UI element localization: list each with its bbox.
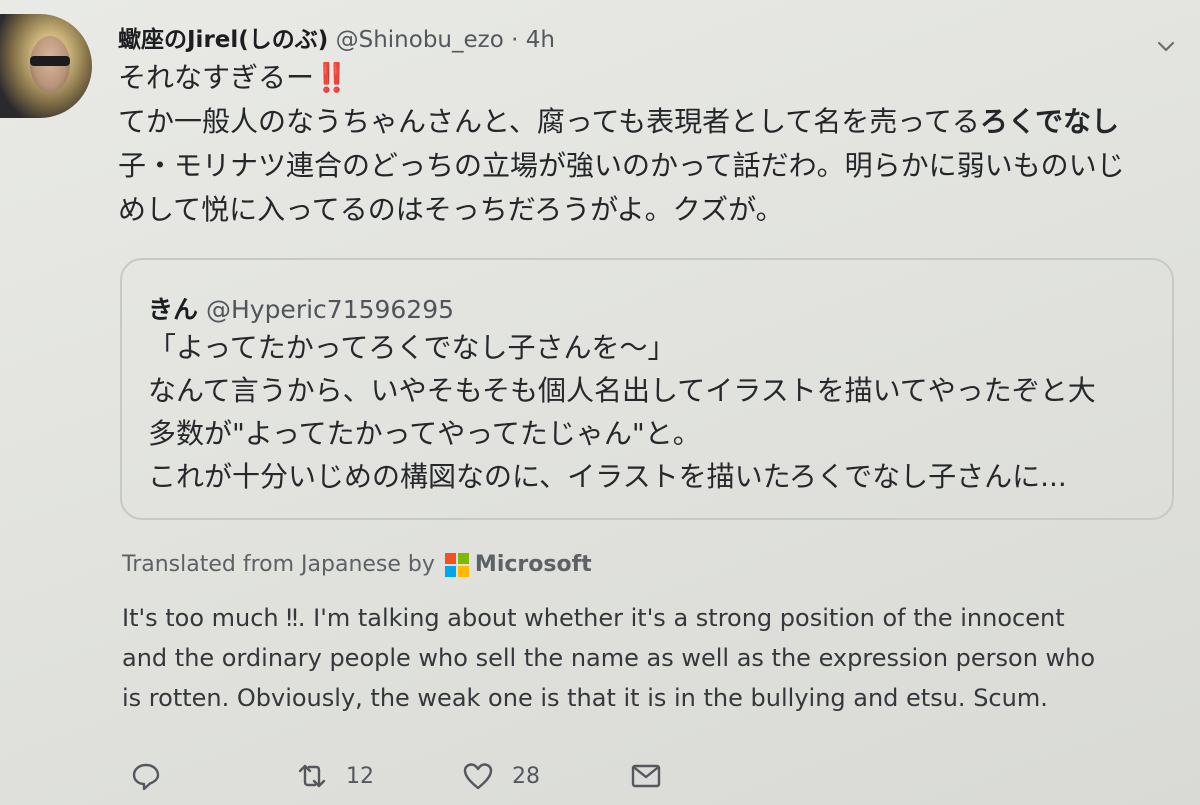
retweet-icon xyxy=(298,764,326,788)
logo-square xyxy=(457,565,469,577)
translated-line: is rotten. Obviously, the weak one is th… xyxy=(122,684,1048,712)
translated-line: It's too much ‼. I'm talking about wheth… xyxy=(122,604,1065,632)
quoted-tweet-header: きん @Hyperic71596295 xyxy=(148,290,454,326)
retweet-button[interactable]: 12 xyxy=(296,760,374,792)
quoted-body-line: 多数が"よってたかってやってたじゃん"と。 xyxy=(148,417,701,450)
quoted-body-line: 「よってたかってろくでなし子さんを〜」 xyxy=(148,331,676,364)
tweet-body: それなすぎるー‼️ てか一般人のなうちゃんさんと、腐っても表現者として名を売って… xyxy=(118,56,1198,232)
like-count: 28 xyxy=(512,763,540,789)
avatar[interactable] xyxy=(0,14,92,118)
tweet-body-line: めして悦に入ってるのはそっちだろうがよ。クズが。 xyxy=(118,193,784,226)
microsoft-logo-icon xyxy=(444,552,469,577)
translation-provider: Microsoft xyxy=(474,552,592,577)
tweet-text-bold: ろくでなし xyxy=(979,105,1120,138)
translated-line: and the ordinary people who sell the nam… xyxy=(122,644,1096,672)
separator-dot: · xyxy=(511,27,519,53)
tweet-text: てか一般人のなうちゃんさんと、腐っても表現者として名を売ってる xyxy=(118,105,980,138)
reply-button[interactable] xyxy=(130,760,162,792)
tweet-body-line: それなすぎるー‼️ xyxy=(118,56,1198,100)
reply-icon xyxy=(132,763,160,791)
avatar-sunglasses xyxy=(30,56,70,66)
tweet: 蠍座のJirel(しのぶ) @Shinobu_ezo · 4h それなすぎるー‼… xyxy=(0,0,1200,805)
retweet-count: 12 xyxy=(346,763,374,789)
heart-icon xyxy=(463,763,493,790)
quoted-display-name: きん xyxy=(148,295,199,324)
tweet-header: 蠍座のJirel(しのぶ) @Shinobu_ezo · 4h xyxy=(118,20,555,54)
logo-square xyxy=(444,552,456,564)
logo-square xyxy=(457,552,469,564)
quoted-tweet-body: 「よってたかってろくでなし子さんを〜」 なんて言うから、いやそもそも個人名出して… xyxy=(148,326,1158,498)
tweet-body-line: てか一般人のなうちゃんさんと、腐っても表現者として名を売ってるろくでなし xyxy=(118,100,1198,144)
handle[interactable]: @Shinobu_ezo xyxy=(336,27,504,53)
timestamp[interactable]: 4h xyxy=(526,27,555,53)
display-name[interactable]: 蠍座のJirel(しのぶ) xyxy=(118,27,328,53)
quoted-body-line: これが十分いじめの構図なのに、イラストを描いたろくでなし子さんに... xyxy=(148,460,1067,493)
direct-message-button[interactable] xyxy=(630,760,662,792)
double-exclamation-emoji: ‼️ xyxy=(314,61,349,94)
envelope-icon xyxy=(631,764,661,788)
like-button[interactable]: 28 xyxy=(462,760,540,792)
quoted-handle: @Hyperic71596295 xyxy=(205,295,455,324)
logo-square xyxy=(444,565,456,577)
translated-text: It's too much ‼. I'm talking about wheth… xyxy=(122,598,1172,718)
tweet-body-line: 子・モリナツ連合のどっちの立場が強いのかって話だわ。明らかに弱いものいじ xyxy=(118,149,1125,182)
chevron-down-icon[interactable] xyxy=(1156,36,1176,56)
tweet-text: それなすぎるー xyxy=(118,61,315,94)
translation-label: Translated from Japanese by xyxy=(122,552,435,577)
translation-attribution: Translated from Japanese by Microsoft xyxy=(122,552,592,577)
quoted-tweet[interactable]: きん @Hyperic71596295 「よってたかってろくでなし子さんを〜」 … xyxy=(120,258,1174,520)
quoted-body-line: なんて言うから、いやそもそも個人名出してイラストを描いてやったぞと大 xyxy=(148,374,1096,407)
